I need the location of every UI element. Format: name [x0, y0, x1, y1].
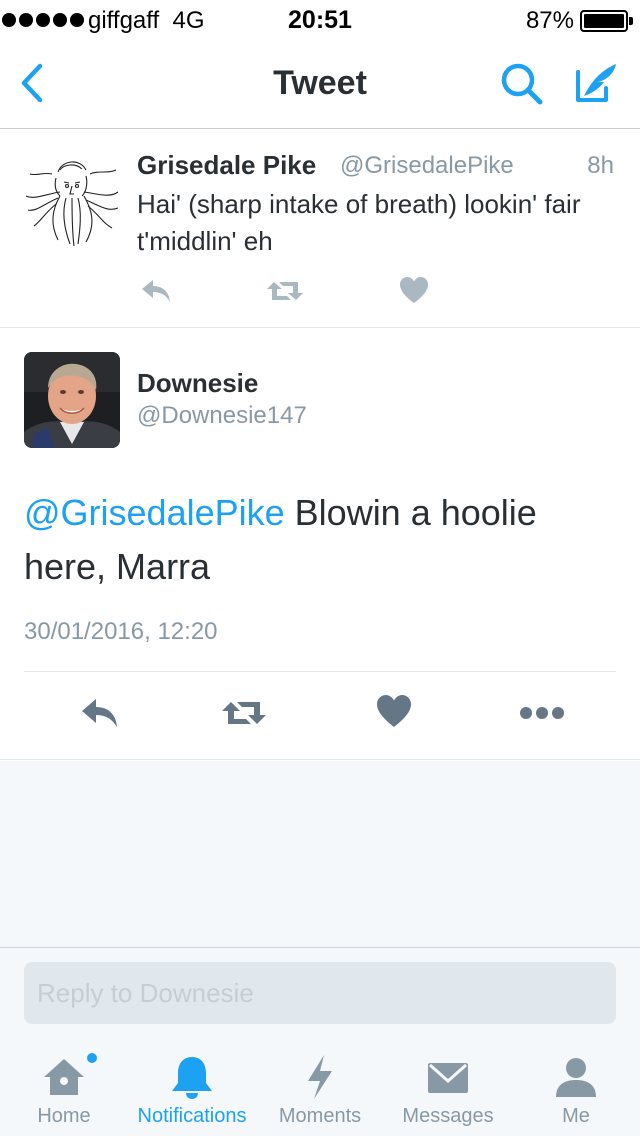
tab-home[interactable]: Home — [0, 1039, 128, 1136]
lightning-icon — [308, 1055, 332, 1099]
like-button[interactable] — [399, 276, 429, 309]
compose-icon — [576, 64, 616, 102]
tab-label: Messages — [402, 1105, 494, 1127]
reply-input[interactable] — [24, 962, 616, 1024]
reply-bar — [0, 947, 640, 1039]
bell-icon — [172, 1057, 212, 1099]
status-bar: giffgaff 4G 20:51 87% — [0, 0, 640, 40]
tweet-actions — [0, 688, 640, 738]
author-name[interactable]: Grisedale Pike — [137, 150, 316, 181]
retweet-button[interactable] — [265, 276, 305, 311]
avatar[interactable] — [22, 152, 122, 252]
empty-replies-area — [0, 761, 640, 947]
battery-percentage: 87% — [525, 7, 574, 34]
tab-label: Notifications — [137, 1105, 247, 1127]
tab-bar: Home Notifications Moments Messages Me — [0, 1039, 640, 1136]
author-name[interactable]: Downesie — [137, 368, 258, 399]
envelope-icon — [428, 1063, 468, 1093]
heart-icon — [400, 277, 428, 303]
tweet-timestamp: 8h — [587, 152, 614, 179]
like-button[interactable] — [376, 694, 412, 733]
tab-moments[interactable]: Moments — [256, 1039, 384, 1136]
navigation-bar: Tweet — [0, 40, 640, 129]
person-icon — [556, 1058, 596, 1097]
tweet-text: Hai' (sharp intake of breath) lookin' fa… — [137, 189, 581, 256]
author-handle[interactable]: @Downesie147 — [137, 402, 307, 430]
tab-me[interactable]: Me — [512, 1039, 640, 1136]
heart-icon — [377, 695, 411, 727]
retweet-button[interactable] — [220, 696, 268, 735]
more-icon — [520, 707, 564, 719]
home-notification-dot — [87, 1053, 97, 1063]
search-button[interactable] — [498, 60, 546, 108]
reply-icon — [82, 699, 117, 727]
compose-button[interactable] — [570, 58, 620, 108]
battery-icon — [580, 10, 633, 32]
tab-label: Moments — [278, 1105, 362, 1127]
tab-messages[interactable]: Messages — [384, 1039, 512, 1136]
retweet-icon — [222, 702, 266, 724]
search-icon — [501, 63, 543, 105]
parent-tweet[interactable]: Grisedale Pike @GrisedalePike 8h Hai' (s… — [0, 130, 640, 328]
focused-tweet: Downesie @Downesie147 @GrisedalePike Blo… — [0, 328, 640, 760]
sketch-portrait-avatar — [22, 152, 122, 252]
more-button[interactable] — [519, 706, 565, 725]
tweet-actions — [137, 276, 457, 308]
reply-icon — [142, 280, 170, 302]
tab-label: Home — [37, 1105, 91, 1127]
retweet-icon — [267, 282, 303, 300]
divider — [24, 671, 616, 672]
reply-button[interactable] — [139, 276, 173, 311]
tab-notifications[interactable]: Notifications — [128, 1039, 256, 1136]
tweet-date: 30/01/2016, 12:20 — [24, 618, 218, 645]
home-icon — [44, 1059, 84, 1095]
tweet-text: @GrisedalePike Blowin a hoolie here, Mar… — [24, 486, 614, 594]
author-handle[interactable]: @GrisedalePike — [340, 152, 514, 180]
avatar[interactable] — [24, 352, 120, 448]
tab-label: Me — [562, 1105, 590, 1127]
profile-photo-avatar — [24, 352, 120, 448]
reply-button[interactable] — [79, 696, 119, 735]
mention-link[interactable]: @GrisedalePike — [24, 492, 285, 533]
